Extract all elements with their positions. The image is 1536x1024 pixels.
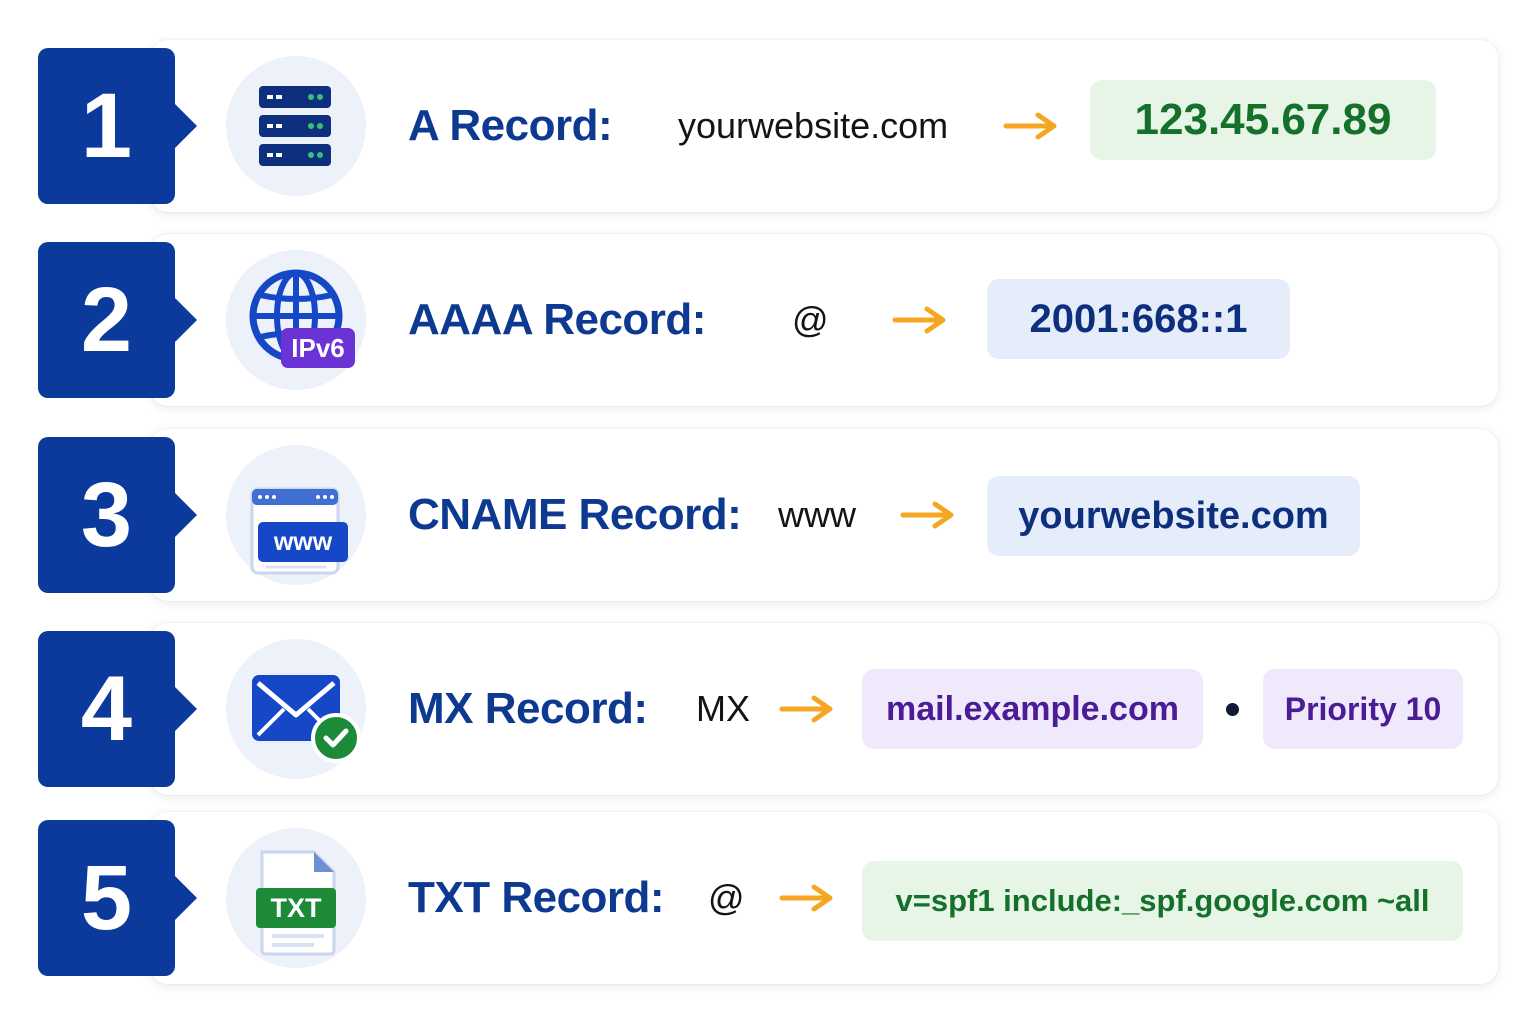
envelope-check-icon [226, 639, 366, 779]
record-label: TXT Record: [408, 873, 665, 922]
step-badge: 5 [38, 820, 175, 976]
record-value: 123.45.67.89 [1090, 80, 1436, 160]
browser-www-icon: www [226, 445, 366, 585]
step-badge: 1 [38, 48, 175, 204]
step-badge-pointer [173, 296, 197, 344]
record-value: yourwebsite.com [987, 476, 1360, 556]
record-label: CNAME Record: [408, 490, 742, 539]
record-value: v=spf1 include:_spf.google.com ~all [862, 861, 1463, 941]
record-row-txt: 5 TXT TXT Record: @ v=spf1 include:_spf.… [0, 812, 1536, 984]
step-badge: 2 [38, 242, 175, 398]
arrow-right-icon [779, 884, 833, 912]
record-value: 2001:668::1 [987, 279, 1290, 359]
globe-ipv6-icon: IPv6 [226, 250, 366, 390]
step-badge-pointer [173, 491, 197, 539]
record-row-aaaa: 2 IPv6 AAAA Record: @ 2001:668::1 [0, 234, 1536, 406]
arrow-right-icon [900, 501, 954, 529]
step-number: 3 [80, 464, 133, 566]
server-icon [226, 56, 366, 196]
separator-dot [1226, 703, 1239, 716]
step-badge-pointer [173, 685, 197, 733]
www-badge: www [273, 528, 333, 556]
step-number: 1 [80, 75, 133, 177]
record-row-cname: 3 www CNAME Record: www yourwebsite.com [0, 429, 1536, 601]
record-host: www [778, 494, 856, 535]
mx-priority: Priority 10 [1263, 669, 1463, 749]
record-host: yourwebsite.com [678, 105, 949, 146]
arrow-right-icon [1003, 112, 1057, 140]
record-host: MX [696, 688, 750, 729]
arrow-right-icon [779, 695, 833, 723]
step-badge: 3 [38, 437, 175, 593]
record-value: mail.example.com [862, 669, 1203, 749]
step-badge: 4 [38, 631, 175, 787]
ipv6-badge: IPv6 [291, 333, 345, 363]
step-badge-pointer [173, 102, 197, 150]
record-host: @ [792, 299, 829, 340]
record-row-mx: 4 MX Record: MX mail.example.com Priorit… [0, 623, 1536, 795]
step-number: 2 [80, 269, 133, 371]
record-label: MX Record: [408, 684, 648, 733]
txt-file-icon: TXT [226, 828, 366, 968]
txt-badge: TXT [270, 893, 322, 923]
record-row-a: 1 A Record: yourwebsite.com 123.45.67.89 [0, 40, 1536, 212]
step-badge-pointer [173, 874, 197, 922]
arrow-right-icon [892, 306, 946, 334]
step-number: 5 [80, 847, 133, 949]
record-host: @ [708, 877, 745, 918]
record-label: A Record: [408, 101, 613, 150]
record-label: AAAA Record: [408, 295, 706, 344]
step-number: 4 [80, 658, 133, 760]
